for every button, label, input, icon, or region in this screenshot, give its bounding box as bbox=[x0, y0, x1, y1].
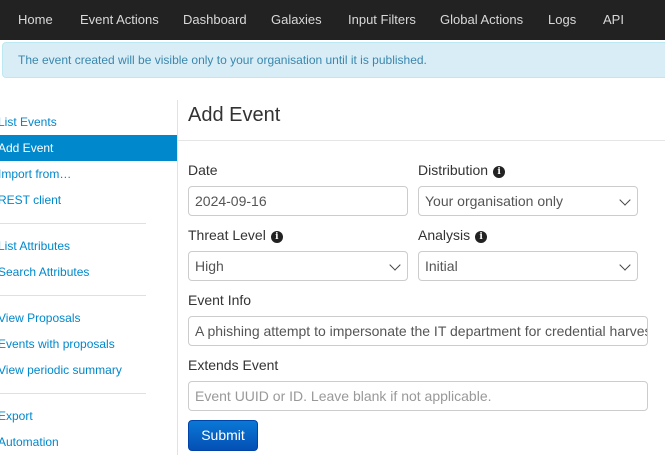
nav-input-filters[interactable]: Input Filters bbox=[348, 0, 416, 40]
event-info-label: Event Info bbox=[188, 292, 252, 308]
distribution-select[interactable]: Your organisation only bbox=[418, 186, 638, 216]
sidebar-item-add-event[interactable]: Add Event bbox=[0, 135, 178, 161]
threat-level-selected: High bbox=[195, 258, 224, 274]
sidebar-divider bbox=[0, 223, 146, 224]
distribution-label-text: Distribution bbox=[418, 162, 489, 178]
analysis-label-text: Analysis bbox=[418, 227, 471, 243]
nav-dashboard[interactable]: Dashboard bbox=[183, 0, 247, 40]
nav-event-actions[interactable]: Event Actions bbox=[80, 0, 159, 40]
event-info-input[interactable]: A phishing attempt to impersonate the IT… bbox=[188, 316, 648, 346]
info-alert: The event created will be visible only t… bbox=[2, 42, 665, 78]
chevron-down-icon bbox=[619, 259, 631, 271]
title-divider bbox=[178, 140, 665, 141]
distribution-selected: Your organisation only bbox=[425, 193, 564, 209]
nav-global-actions[interactable]: Global Actions bbox=[440, 0, 523, 40]
sidebar-item-search-attributes[interactable]: Search Attributes bbox=[0, 259, 178, 285]
nav-galaxies[interactable]: Galaxies bbox=[271, 0, 322, 40]
sidebar-item-events-with-proposals[interactable]: Events with proposals bbox=[0, 331, 178, 357]
distribution-label: Distribution i bbox=[418, 162, 506, 178]
date-label: Date bbox=[188, 162, 218, 178]
sidebar-separator bbox=[177, 100, 178, 455]
analysis-selected: Initial bbox=[425, 258, 458, 274]
analysis-select[interactable]: Initial bbox=[418, 251, 638, 281]
threat-level-label-text: Threat Level bbox=[188, 227, 266, 243]
sidebar-divider bbox=[0, 393, 146, 394]
chevron-down-icon bbox=[389, 259, 401, 271]
extends-event-label: Extends Event bbox=[188, 357, 279, 373]
sidebar-item-view-proposals[interactable]: View Proposals bbox=[0, 305, 178, 331]
extends-event-input[interactable]: Event UUID or ID. Leave blank if not app… bbox=[188, 381, 648, 411]
sidebar-divider bbox=[0, 295, 146, 296]
analysis-label: Analysis i bbox=[418, 227, 488, 243]
sidebar-item-automation[interactable]: Automation bbox=[0, 429, 178, 455]
sidebar-item-list-events[interactable]: List Events bbox=[0, 109, 178, 135]
sidebar-item-import-from[interactable]: Import from… bbox=[0, 161, 178, 187]
threat-level-label: Threat Level i bbox=[188, 227, 283, 243]
nav-logs[interactable]: Logs bbox=[548, 0, 576, 40]
info-icon[interactable]: i bbox=[493, 166, 506, 178]
nav-api[interactable]: API bbox=[603, 0, 624, 40]
sidebar-item-rest-client[interactable]: REST client bbox=[0, 187, 178, 213]
info-icon[interactable]: i bbox=[475, 231, 488, 243]
page-title: Add Event bbox=[188, 104, 281, 126]
nav-home[interactable]: Home bbox=[18, 0, 53, 40]
chevron-down-icon bbox=[619, 194, 631, 206]
sidebar: List Events Add Event Import from… REST … bbox=[0, 100, 178, 455]
sidebar-item-list-attributes[interactable]: List Attributes bbox=[0, 233, 178, 259]
submit-button[interactable]: Submit bbox=[188, 420, 258, 451]
date-input[interactable]: 2024-09-16 bbox=[188, 186, 408, 216]
threat-level-select[interactable]: High bbox=[188, 251, 408, 281]
alert-message: The event created will be visible only t… bbox=[18, 53, 427, 67]
sidebar-item-view-periodic-summary[interactable]: View periodic summary bbox=[0, 357, 178, 383]
top-navbar: Home Event Actions Dashboard Galaxies In… bbox=[0, 0, 665, 40]
info-icon[interactable]: i bbox=[270, 231, 283, 243]
sidebar-item-export[interactable]: Export bbox=[0, 403, 178, 429]
